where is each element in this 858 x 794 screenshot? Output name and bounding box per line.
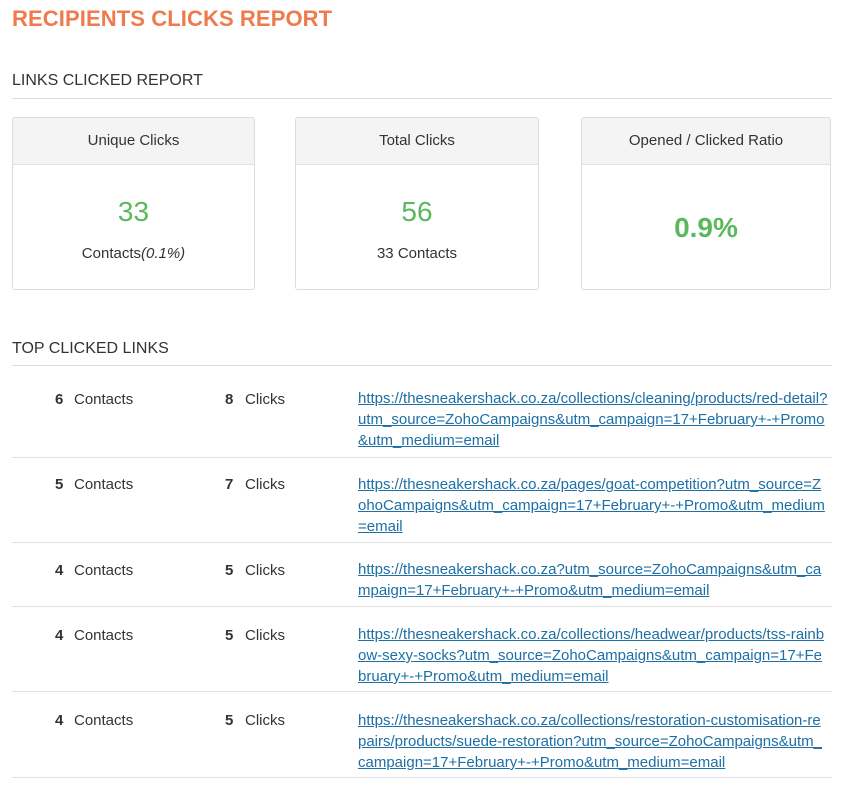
contacts-count: 4: [55, 627, 64, 644]
card-title: Total Clicks: [296, 118, 538, 165]
clicked-link[interactable]: https://thesneakershack.co.za?utm_source…: [358, 559, 828, 601]
contacts-label: Contacts: [74, 562, 134, 579]
section-divider: [12, 98, 832, 99]
page-title: RECIPIENTS CLICKS REPORT: [12, 6, 333, 31]
contacts-label: Contacts: [74, 391, 134, 408]
clicks-label: Clicks: [245, 391, 285, 408]
contacts-percent: (0.1%): [141, 245, 186, 262]
contacts-count: 4: [55, 562, 64, 579]
contacts-count: 6: [55, 391, 64, 408]
contacts-label: Contacts: [74, 476, 134, 493]
table-row: 4 Contacts 5 Clicks https://thesneakersh…: [12, 692, 832, 778]
table-row: 6 Contacts 8 Clicks https://thesneakersh…: [12, 366, 832, 458]
table-row: 4 Contacts 5 Clicks https://thesneakersh…: [12, 543, 832, 607]
unique-clicks-card: Unique Clicks 33 Contacts(0.1%): [12, 117, 255, 290]
clicks-label: Clicks: [245, 562, 285, 579]
total-clicks-subtext: 33 Contacts: [376, 245, 458, 262]
contacts-label: Contacts: [81, 245, 141, 262]
contacts-count: 5: [55, 476, 64, 493]
links-clicked-report-heading: LINKS CLICKED REPORT: [12, 72, 203, 89]
contacts-label: Contacts: [74, 627, 134, 644]
card-title: Unique Clicks: [13, 118, 254, 165]
clicks-count: 5: [225, 712, 234, 729]
contacts-label: Contacts: [74, 712, 134, 729]
clicked-link[interactable]: https://thesneakershack.co.za/collection…: [358, 710, 828, 773]
contacts-count: 4: [55, 712, 64, 729]
clicked-link[interactable]: https://thesneakershack.co.za/collection…: [358, 388, 828, 451]
clicks-count: 5: [225, 562, 234, 579]
table-row: 5 Contacts 7 Clicks https://thesneakersh…: [12, 458, 832, 543]
opened-clicked-ratio-card: Opened / Clicked Ratio 0.9%: [581, 117, 831, 290]
card-title: Opened / Clicked Ratio: [582, 118, 830, 165]
clicked-link[interactable]: https://thesneakershack.co.za/collection…: [358, 624, 828, 687]
top-clicked-links-heading: TOP CLICKED LINKS: [12, 340, 169, 357]
clicks-label: Clicks: [245, 476, 285, 493]
clicks-count: 5: [225, 627, 234, 644]
clicks-label: Clicks: [245, 712, 285, 729]
clicks-count: 8: [225, 391, 234, 408]
clicks-label: Clicks: [245, 627, 285, 644]
clicked-link[interactable]: https://thesneakershack.co.za/pages/goat…: [358, 474, 828, 537]
clicks-count: 7: [225, 476, 234, 493]
unique-clicks-subtext: Contacts(0.1%): [13, 245, 254, 262]
unique-clicks-value: 33: [117, 196, 150, 227]
table-row: 4 Contacts 5 Clicks https://thesneakersh…: [12, 607, 832, 692]
total-clicks-value: 56: [401, 196, 433, 227]
total-clicks-card: Total Clicks 56 33 Contacts: [295, 117, 539, 290]
opened-clicked-ratio-value: 0.9%: [674, 212, 738, 243]
